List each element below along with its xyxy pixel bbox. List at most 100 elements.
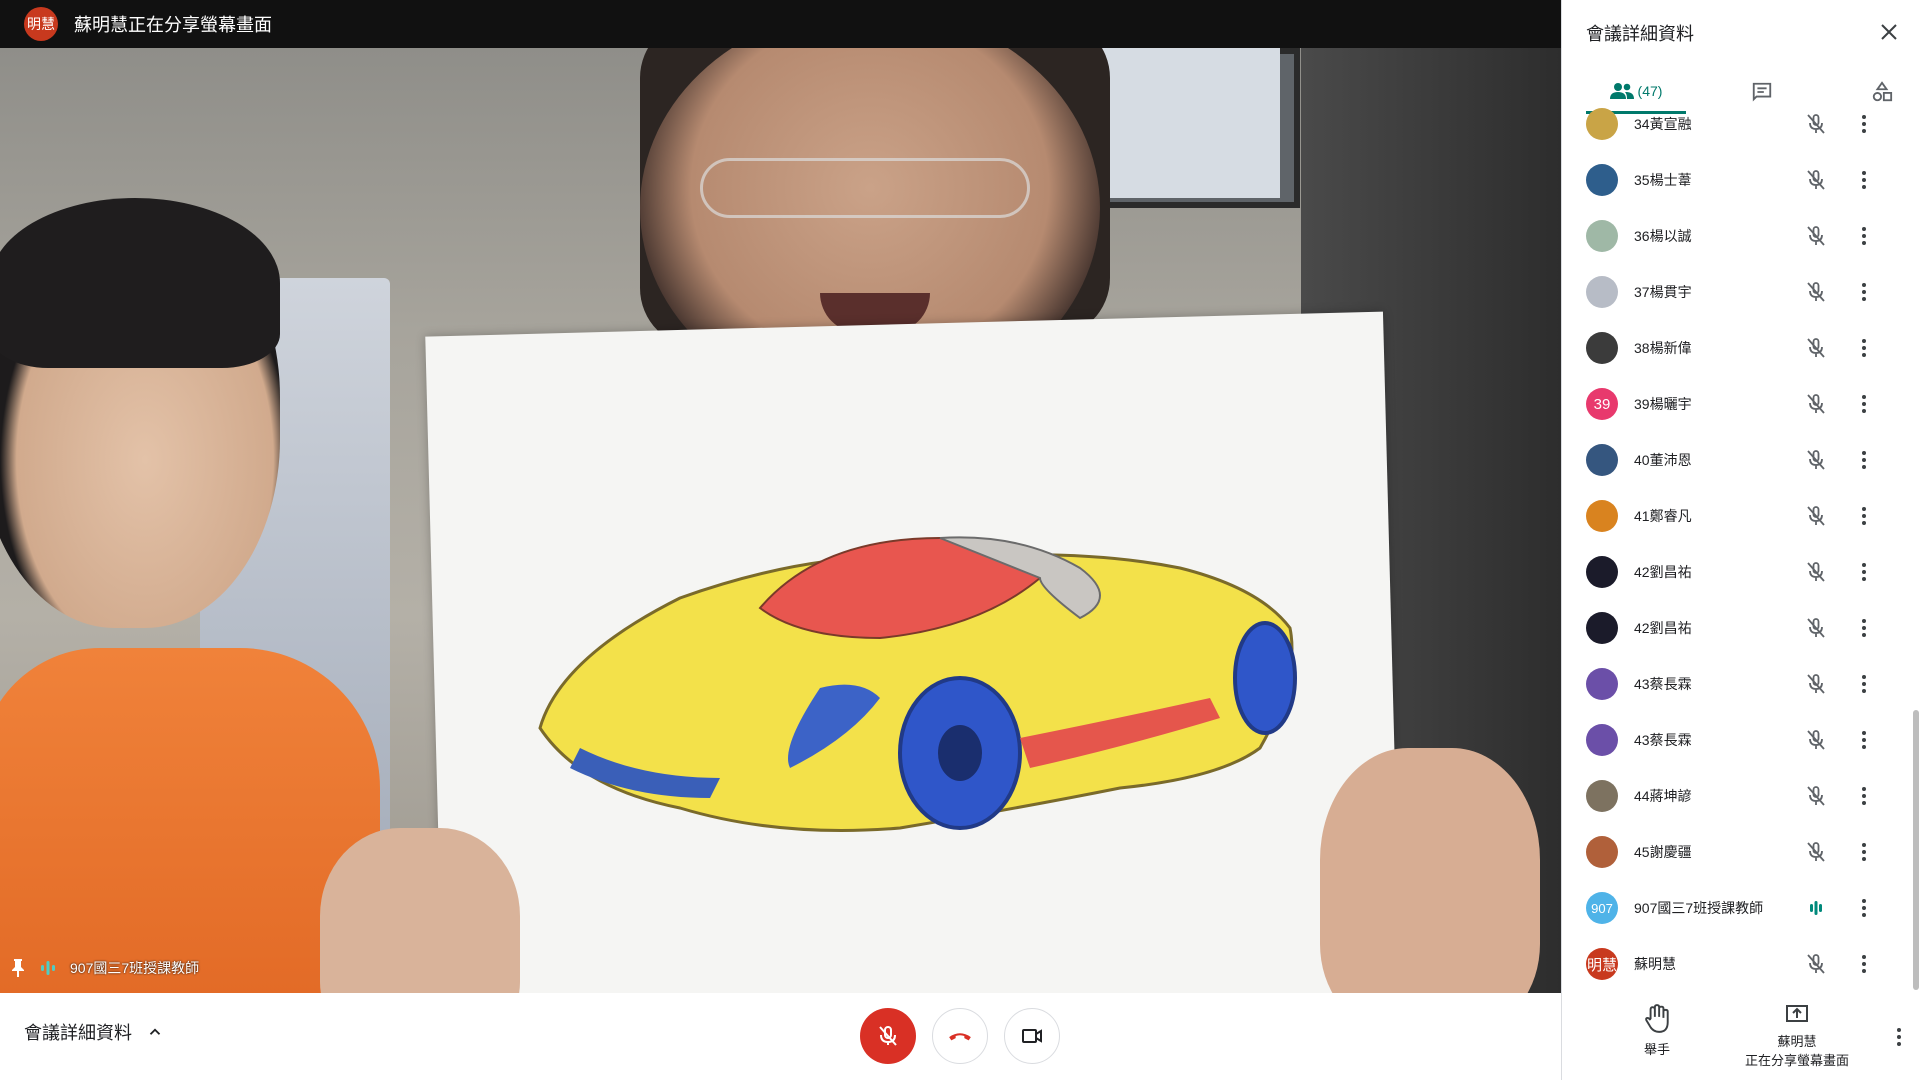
participant-name: 35楊士葦 [1634,172,1692,188]
more-options-icon[interactable] [1852,392,1876,416]
more-options-icon[interactable] [1852,560,1876,584]
meeting-details-label: 會議詳細資料 [24,1023,132,1043]
mic-off-icon [879,1026,897,1046]
mic-off-icon[interactable] [1804,448,1828,472]
participant-avatar [1586,836,1618,868]
participant-avatar [1586,332,1618,364]
participant-avatar [1586,444,1618,476]
participant-row[interactable]: 明慧 蘇明慧 [1562,936,1920,992]
more-options-icon[interactable] [1852,616,1876,640]
more-options-icon[interactable] [1852,448,1876,472]
participant-avatar [1586,780,1618,812]
participant-avatar [1586,164,1618,196]
more-options-icon[interactable] [1852,280,1876,304]
participant-name: 40董沛恩 [1634,452,1692,468]
right-hand [1320,748,1540,993]
shared-video-feed [0,48,1561,993]
participant-avatar: 907 [1586,892,1618,924]
participant-name: 45謝慶疆 [1634,844,1692,860]
participant-name: 907國三7班授課教師 [1634,900,1764,916]
raise-hand-label: 舉手 [1643,1042,1670,1057]
participant-row[interactable]: 45謝慶疆 [1562,824,1920,880]
mic-off-icon[interactable] [1804,392,1828,416]
mic-off-icon[interactable] [1804,280,1828,304]
participant-name: 42劉昌祐 [1634,620,1692,636]
participant-row[interactable]: 38楊新偉 [1562,320,1920,376]
meeting-details-panel: 會議詳細資料 (47) 34黃宣融 35楊士葦 36楊以誠 37楊貫宇 38楊新偉 39 3… [1561,0,1920,1080]
mic-off-icon[interactable] [1804,840,1828,864]
bottom-control-bar: 會議詳細資料 [0,993,1561,1080]
participant-avatar [1586,668,1618,700]
close-icon[interactable] [1877,20,1901,44]
mic-off-icon[interactable] [1804,784,1828,808]
participant-name: 蘇明慧 [1634,956,1676,972]
more-options-icon[interactable] [1852,896,1876,920]
meeting-details-button[interactable]: 會議詳細資料 [24,1019,164,1045]
participant-row[interactable]: 36楊以誠 [1562,208,1920,264]
mic-off-icon[interactable] [1804,672,1828,696]
more-options-icon[interactable] [1852,112,1876,136]
more-options-icon[interactable] [1852,336,1876,360]
participant-row[interactable]: 41鄭睿凡 [1562,488,1920,544]
microphone-toggle-button[interactable] [860,1008,916,1064]
participant-avatar [1586,500,1618,532]
participant-row[interactable]: 37楊貫宇 [1562,264,1920,320]
more-options-icon[interactable] [1852,168,1876,192]
mic-off-icon[interactable] [1804,504,1828,528]
mic-off-icon[interactable] [1804,728,1828,752]
mic-off-icon[interactable] [1804,560,1828,584]
participant-row[interactable]: 42劉昌祐 [1562,600,1920,656]
participant-row[interactable]: 35楊士葦 [1562,152,1920,208]
more-options-icon[interactable] [1852,224,1876,248]
more-options-icon[interactable] [1852,840,1876,864]
participant-avatar [1586,556,1618,588]
participant-list-scrollbar[interactable] [1913,710,1919,990]
more-options-icon[interactable] [1852,504,1876,528]
present-now-button[interactable]: 蘇明慧 正在分享螢幕畫面 [1712,1004,1882,1069]
participant-list: 34黃宣融 35楊士葦 36楊以誠 37楊貫宇 38楊新偉 39 39楊曬宇 40董沛恩 41鄭… [1562,96,1920,993]
teacher-glasses [700,158,1030,218]
mic-off-icon[interactable] [1804,224,1828,248]
participant-row[interactable]: 44蔣坤諺 [1562,768,1920,824]
participant-name: 39楊曬宇 [1634,396,1692,412]
participant-avatar [1586,108,1618,140]
more-options-icon[interactable] [1887,1025,1911,1049]
tile-caption: 907國三7班授課教師 [10,958,199,978]
leave-call-button[interactable] [932,1008,988,1064]
participant-avatar [1586,612,1618,644]
more-options-icon[interactable] [1852,728,1876,752]
participant-avatar: 39 [1586,388,1618,420]
participant-row[interactable]: 43蔡長霖 [1562,656,1920,712]
more-options-icon[interactable] [1852,672,1876,696]
camera-toggle-button[interactable] [1004,1008,1060,1064]
participant-avatar [1586,724,1618,756]
mic-off-icon[interactable] [1804,952,1828,976]
hand-icon [1645,1004,1669,1033]
presenter-avatar: 明慧 [24,7,58,41]
participant-avatar [1586,276,1618,308]
pin-icon[interactable] [10,958,26,978]
participant-row[interactable]: 40董沛恩 [1562,432,1920,488]
present-screen-icon [1786,1005,1808,1022]
chevron-up-icon [149,1028,161,1035]
tile-name-label: 907國三7班授課教師 [70,960,200,976]
main-stage: 明慧 蘇明慧正在分享螢幕畫面 907國三7班授課教師 [0,0,1561,993]
mic-off-icon[interactable] [1804,336,1828,360]
mic-off-icon[interactable] [1804,112,1828,136]
participant-avatar: 明慧 [1586,948,1618,980]
more-options-icon[interactable] [1852,784,1876,808]
participant-name: 38楊新偉 [1634,340,1692,356]
mic-off-icon[interactable] [1804,616,1828,640]
raise-hand-button[interactable]: 舉手 [1622,1004,1692,1074]
panel-title: 會議詳細資料 [1586,24,1694,44]
participant-row[interactable]: 907 907國三7班授課教師 [1562,880,1920,936]
more-options-icon[interactable] [1852,952,1876,976]
audio-level-icon [38,958,58,978]
participant-row[interactable]: 43蔡長霖 [1562,712,1920,768]
mic-off-icon[interactable] [1804,168,1828,192]
presenter-name-label: 蘇明慧 [1777,1034,1817,1049]
participant-row[interactable]: 42劉昌祐 [1562,544,1920,600]
audio-level-icon[interactable] [1804,896,1828,920]
participant-row[interactable]: 34黃宣融 [1562,96,1920,152]
participant-row[interactable]: 39 39楊曬宇 [1562,376,1920,432]
